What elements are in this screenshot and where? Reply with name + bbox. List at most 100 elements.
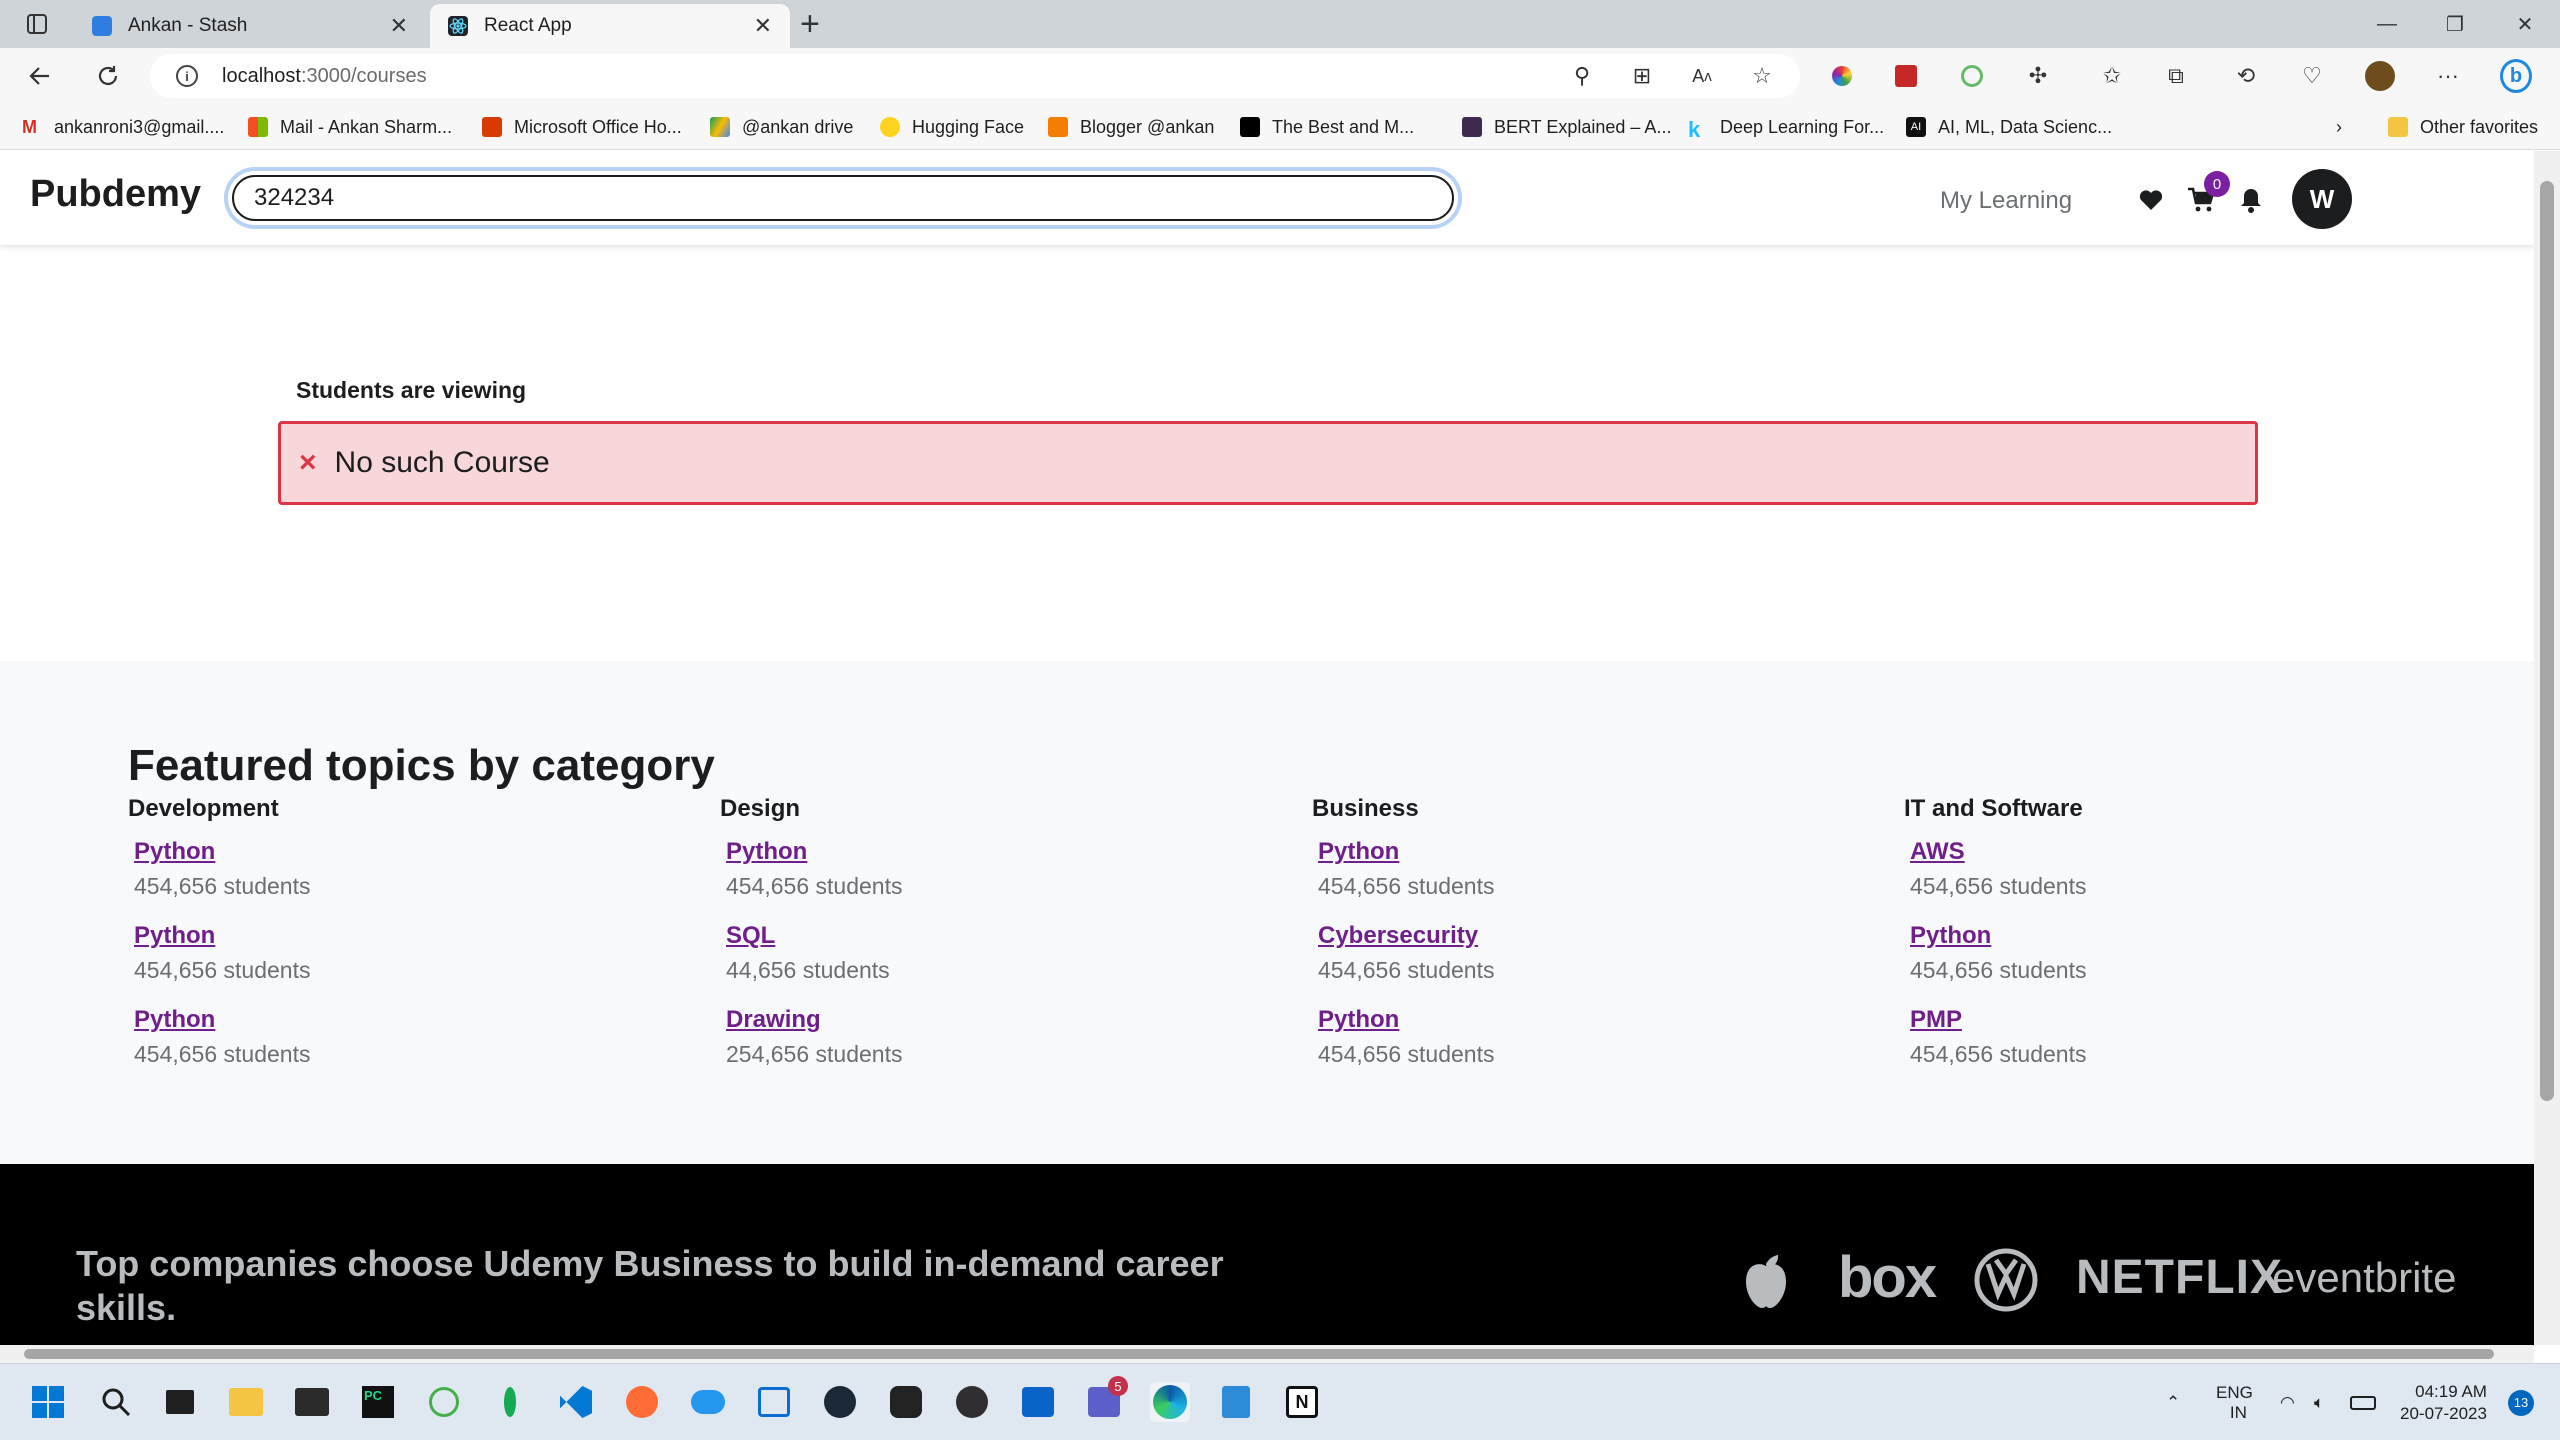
topic-link[interactable]: Python xyxy=(134,1003,688,1037)
performance-icon[interactable]: ♡ xyxy=(2296,60,2328,92)
steam-icon[interactable] xyxy=(820,1382,860,1422)
history-icon[interactable]: ⟲ xyxy=(2230,60,2262,92)
search-icon[interactable] xyxy=(96,1382,136,1422)
windows-start-icon[interactable] xyxy=(28,1382,68,1422)
alert-message: No such Course xyxy=(334,446,550,479)
topic-link[interactable]: Python xyxy=(726,835,1280,869)
cart-count-badge: 0 xyxy=(2204,171,2230,197)
red-extension-icon[interactable] xyxy=(1890,60,1922,92)
collections-icon[interactable]: ⧉ xyxy=(2160,60,2192,92)
battery-icon[interactable] xyxy=(2350,1364,2376,1440)
outlook-icon[interactable] xyxy=(1018,1382,1058,1422)
extensions-icon[interactable]: ✣ xyxy=(2022,60,2054,92)
topic-link[interactable]: Python xyxy=(134,919,688,953)
user-avatar[interactable]: W xyxy=(2292,169,2352,229)
bookmark-mail[interactable]: Mail - Ankan Sharm... xyxy=(248,114,452,140)
mongodb-icon[interactable] xyxy=(490,1382,530,1422)
language-indicator[interactable]: ENG IN xyxy=(2216,1364,2253,1440)
bookmark-drive[interactable]: @ankan drive xyxy=(710,114,853,140)
url-path: :3000/courses xyxy=(300,64,427,87)
topic-link[interactable]: Python xyxy=(134,835,688,869)
remote-app-icon[interactable] xyxy=(754,1382,794,1422)
site-logo[interactable]: Pubdemy xyxy=(30,173,201,216)
obs-icon[interactable] xyxy=(952,1382,992,1422)
restore-icon[interactable]: ❐ xyxy=(2420,0,2490,48)
favorite-star-icon[interactable]: ☆ xyxy=(1746,60,1778,92)
profile-avatar-icon[interactable] xyxy=(2364,60,2396,92)
bookmark-office[interactable]: Microsoft Office Ho... xyxy=(482,114,682,140)
topic-link[interactable]: SQL xyxy=(726,919,1280,953)
category-heading: Business xyxy=(1312,795,1419,822)
new-tab-icon[interactable]: + xyxy=(800,6,820,42)
wifi-icon[interactable]: ◠ xyxy=(2280,1364,2295,1440)
back-icon[interactable] xyxy=(22,58,58,94)
more-options-icon[interactable]: ··· xyxy=(2432,60,2464,92)
topic-link[interactable]: AWS xyxy=(1910,835,2464,869)
search-input[interactable] xyxy=(232,175,1454,221)
notification-center[interactable]: 13 xyxy=(2508,1364,2534,1440)
pycharm-icon[interactable]: PC xyxy=(358,1382,398,1422)
medium-icon xyxy=(1240,117,1260,137)
favorites-icon[interactable]: ✩ xyxy=(2096,60,2128,92)
bookmark-bert[interactable]: BERT Explained – A... xyxy=(1462,114,1671,140)
tab-actions-icon[interactable] xyxy=(20,8,54,40)
bookmark-other-favorites[interactable]: Other favorites xyxy=(2388,114,2538,140)
my-learning-link[interactable]: My Learning xyxy=(1940,187,2072,215)
scrollbar-thumb[interactable] xyxy=(2540,181,2554,1101)
refresh-icon[interactable] xyxy=(90,58,126,94)
close-window-icon[interactable]: ✕ xyxy=(2490,0,2560,48)
read-aloud-icon[interactable]: Aʌ xyxy=(1686,60,1718,92)
topic-students: 454,656 students xyxy=(1910,873,2087,899)
horizontal-scrollbar[interactable] xyxy=(0,1345,2534,1363)
apps-icon[interactable]: ⊞ xyxy=(1626,60,1658,92)
docker-icon[interactable] xyxy=(688,1382,728,1422)
bookmarks-overflow-icon[interactable]: › xyxy=(2336,114,2342,140)
terminal-icon[interactable] xyxy=(292,1382,332,1422)
task-view-icon[interactable] xyxy=(160,1382,200,1422)
bookmark-gmail[interactable]: Mankanroni3@gmail.... xyxy=(22,114,224,140)
close-tab-icon[interactable]: ✕ xyxy=(754,13,772,39)
wishlist-heart-icon[interactable] xyxy=(2136,185,2166,215)
topic-item: Cybersecurity 454,656 students xyxy=(1318,919,1872,995)
postman-icon[interactable] xyxy=(622,1382,662,1422)
topic-link[interactable]: Python xyxy=(1318,835,1872,869)
topic-link[interactable]: Python xyxy=(1318,1003,1872,1037)
tab-ankan-stash[interactable]: Ankan - Stash ✕ xyxy=(74,4,426,48)
green-extension-icon[interactable] xyxy=(1956,60,1988,92)
clock[interactable]: 04:19 AM 20-07-2023 xyxy=(2400,1364,2487,1440)
edge-icon[interactable] xyxy=(1150,1382,1190,1422)
notepad-icon[interactable] xyxy=(1216,1382,1256,1422)
close-tab-icon[interactable]: ✕ xyxy=(390,13,408,39)
topic-link[interactable]: Cybersecurity xyxy=(1318,919,1872,953)
color-extension-icon[interactable] xyxy=(1826,60,1858,92)
topic-students: 454,656 students xyxy=(1318,1041,1495,1067)
tab-react-app[interactable]: React App ✕ xyxy=(430,4,790,48)
vertical-scrollbar[interactable] xyxy=(2534,151,2560,1345)
teams-icon[interactable]: 5 xyxy=(1084,1376,1128,1422)
password-key-icon[interactable]: ⚲ xyxy=(1566,60,1598,92)
topic-link[interactable]: Python xyxy=(1910,919,2464,953)
minimize-icon[interactable]: — xyxy=(2352,0,2422,48)
scrollbar-thumb[interactable] xyxy=(24,1349,2494,1359)
show-hidden-icons-icon[interactable]: ⌃ xyxy=(2166,1364,2180,1440)
bookmark-deep-learning[interactable]: k Deep Learning For... xyxy=(1688,114,1884,143)
notion-icon[interactable]: N xyxy=(1282,1382,1322,1422)
davinci-icon[interactable] xyxy=(886,1382,926,1422)
anaconda-icon[interactable] xyxy=(424,1382,464,1422)
bookmark-ai-ml[interactable]: AI AI, ML, Data Scienc... xyxy=(1906,114,2112,140)
topic-link[interactable]: Drawing xyxy=(726,1003,1280,1037)
bookmark-label: BERT Explained – A... xyxy=(1494,116,1672,137)
bookmark-hugging-face[interactable]: Hugging Face xyxy=(880,114,1024,140)
bookmark-label: @ankan drive xyxy=(742,116,854,137)
bing-chat-icon[interactable]: b xyxy=(2500,59,2532,93)
topic-link[interactable]: PMP xyxy=(1910,1003,2464,1037)
volume-icon[interactable]: 🔈︎ xyxy=(2314,1364,2324,1440)
vscode-icon[interactable] xyxy=(556,1382,596,1422)
site-info-icon[interactable]: i xyxy=(176,65,198,87)
file-explorer-icon[interactable] xyxy=(226,1382,266,1422)
bookmark-blogger[interactable]: Blogger @ankan xyxy=(1048,114,1214,140)
topic-item: AWS 454,656 students xyxy=(1910,835,2464,911)
notification-bell-icon[interactable] xyxy=(2236,185,2266,215)
bookmark-best[interactable]: The Best and M... xyxy=(1240,114,1414,140)
address-bar[interactable]: i localhost:3000/courses xyxy=(150,54,1800,98)
